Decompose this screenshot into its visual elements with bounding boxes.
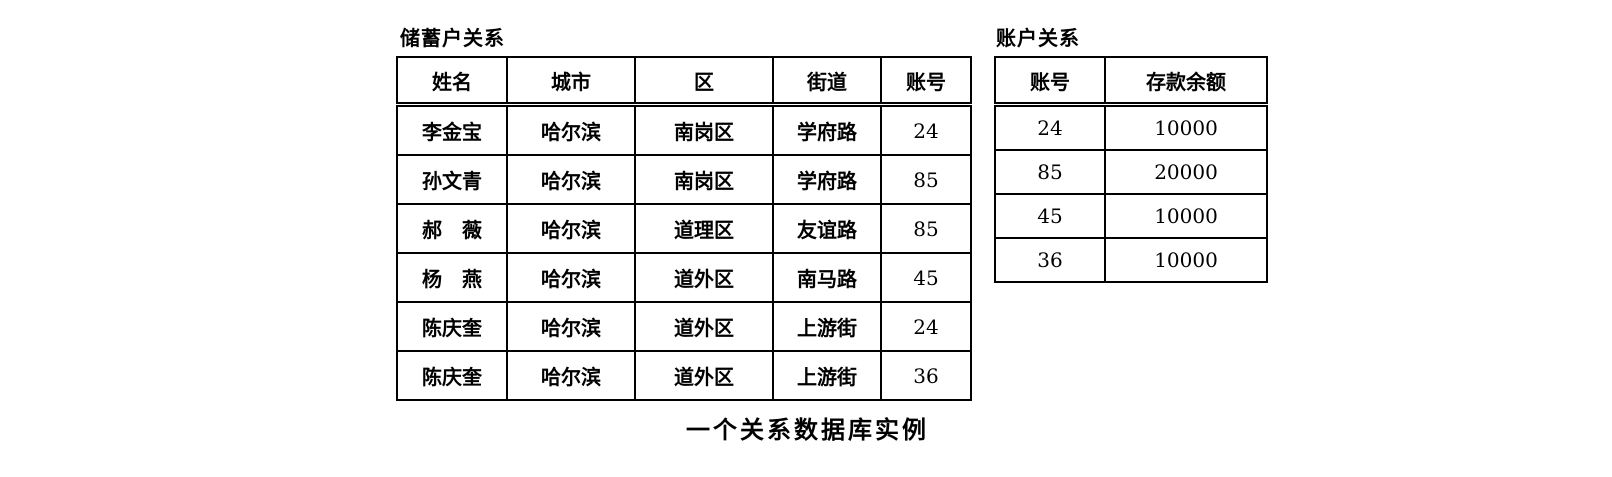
cell-street: 友谊路: [772, 203, 882, 254]
cell-account-no: 36: [994, 237, 1106, 283]
cell-street: 南马路: [772, 252, 882, 303]
table-row: 陈庆奎 哈尔滨 道外区 上游街 24: [396, 301, 972, 352]
table-row: 杨 燕 哈尔滨 道外区 南马路 45: [396, 252, 972, 303]
table-row: 李金宝 哈尔滨 南岗区 学府路 24: [396, 103, 972, 156]
cell-account-no: 45: [994, 193, 1106, 239]
column-header-account-no: 账号: [994, 56, 1106, 107]
cell-name: 杨 燕: [396, 252, 508, 303]
cell-street: 上游街: [772, 350, 882, 401]
cell-account-no: 24: [880, 301, 972, 352]
cell-district: 道外区: [634, 350, 774, 401]
table-row: 45 10000: [994, 193, 1268, 239]
cell-account-no: 85: [880, 154, 972, 205]
cell-street: 学府路: [772, 103, 882, 156]
table-row: 孙文青 哈尔滨 南岗区 学府路 85: [396, 154, 972, 205]
cell-account-no: 85: [994, 149, 1106, 195]
cell-balance: 10000: [1104, 237, 1268, 283]
table-row: 陈庆奎 哈尔滨 道外区 上游街 36: [396, 350, 972, 401]
cell-street: 上游街: [772, 301, 882, 352]
table-header-row: 姓名 城市 区 街道 账号: [396, 56, 972, 107]
cell-account-no: 85: [880, 203, 972, 254]
column-header-account-no: 账号: [880, 56, 972, 107]
cell-name: 郝 薇: [396, 203, 508, 254]
table-row: 36 10000: [994, 237, 1268, 283]
column-header-balance: 存款余额: [1104, 56, 1268, 107]
cell-district: 道外区: [634, 252, 774, 303]
cell-name: 陈庆奎: [396, 301, 508, 352]
cell-city: 哈尔滨: [506, 203, 636, 254]
cell-balance: 20000: [1104, 149, 1268, 195]
cell-account-no: 45: [880, 252, 972, 303]
cell-name: 李金宝: [396, 103, 508, 156]
depositor-relation-table: 姓名 城市 区 街道 账号 李金宝 哈尔滨 南岗区 学府路 24 孙文青 哈尔滨…: [396, 56, 972, 401]
cell-account-no: 24: [880, 103, 972, 156]
cell-city: 哈尔滨: [506, 350, 636, 401]
table-row: 24 10000: [994, 103, 1268, 151]
column-header-street: 街道: [772, 56, 882, 107]
cell-name: 陈庆奎: [396, 350, 508, 401]
cell-account-no: 24: [994, 103, 1106, 151]
cell-balance: 10000: [1104, 193, 1268, 239]
column-header-city: 城市: [506, 56, 636, 107]
cell-city: 哈尔滨: [506, 252, 636, 303]
cell-district: 南岗区: [634, 103, 774, 156]
cell-city: 哈尔滨: [506, 301, 636, 352]
column-header-name: 姓名: [396, 56, 508, 107]
account-relation-table: 账号 存款余额 24 10000 85 20000 45 10000 36 10…: [994, 56, 1268, 283]
column-header-district: 区: [634, 56, 774, 107]
cell-city: 哈尔滨: [506, 103, 636, 156]
account-table-title: 账户关系: [996, 26, 1080, 50]
figure-caption: 一个关系数据库实例: [686, 416, 929, 444]
table-header-row: 账号 存款余额: [994, 56, 1268, 107]
table-row: 85 20000: [994, 149, 1268, 195]
depositor-table-title: 储蓄户关系: [400, 26, 505, 50]
cell-city: 哈尔滨: [506, 154, 636, 205]
cell-balance: 10000: [1104, 103, 1268, 151]
cell-street: 学府路: [772, 154, 882, 205]
table-row: 郝 薇 哈尔滨 道理区 友谊路 85: [396, 203, 972, 254]
cell-district: 道理区: [634, 203, 774, 254]
cell-district: 南岗区: [634, 154, 774, 205]
cell-district: 道外区: [634, 301, 774, 352]
cell-account-no: 36: [880, 350, 972, 401]
cell-name: 孙文青: [396, 154, 508, 205]
